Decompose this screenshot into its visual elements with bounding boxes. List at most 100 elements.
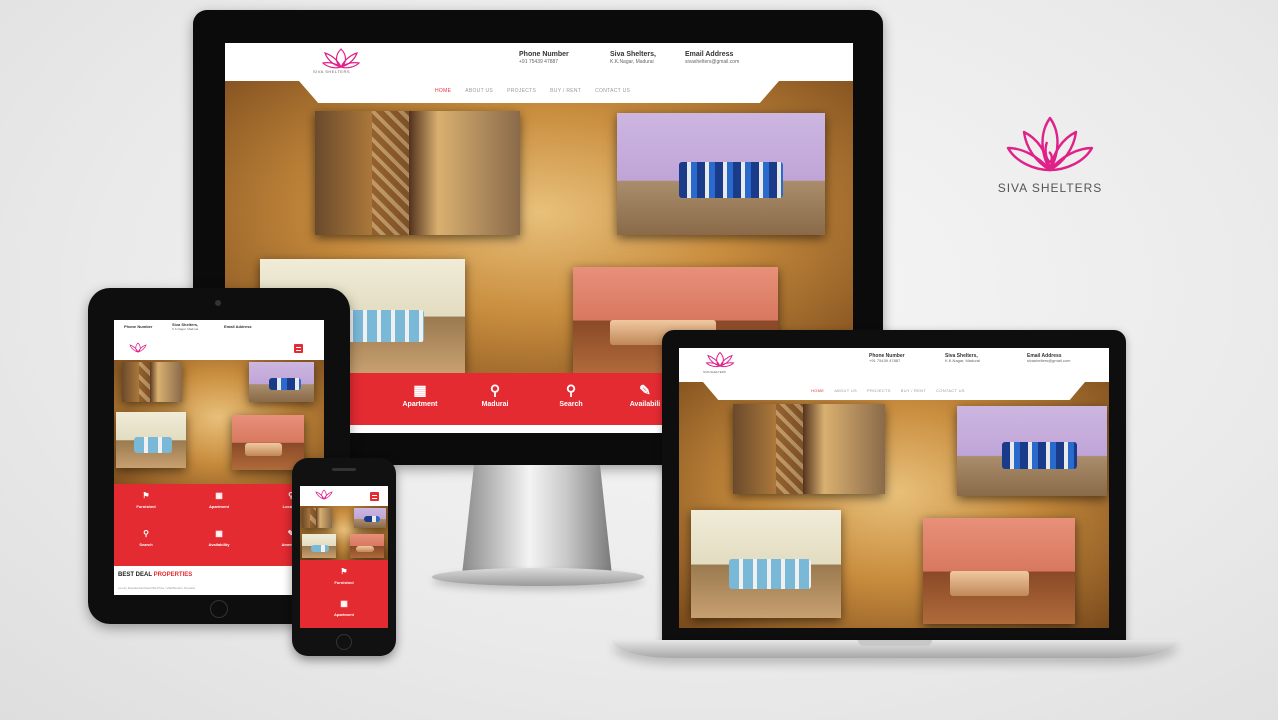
feature-apartment[interactable]: ▦ Apartment: [390, 383, 450, 408]
feature-search[interactable]: ⚲ Search: [541, 383, 601, 408]
laptop-screen: SIVA SHELTERS Phone Number +91 75439 4788…: [679, 348, 1109, 628]
tablet-tag-icon: ⚑: [142, 491, 150, 500]
laptop-main-nav: HOME ABOUT US PROJECTS BUY / RENT CONTAC…: [811, 388, 975, 393]
tablet-calendar-icon: ▦: [215, 529, 223, 538]
phone-photo-lobby: [302, 508, 332, 528]
laptop-nav-buy-rent[interactable]: BUY / RENT: [901, 388, 926, 393]
phone-feature-1-label: Furnished: [334, 580, 354, 585]
tablet-feature-4-label: Search: [139, 542, 153, 547]
phone-building-icon: ▦: [340, 599, 348, 608]
tablet-phone-title: Phone Number: [124, 324, 153, 329]
tablet-photo-bed2: [116, 412, 186, 468]
laptop-lotus-icon: [705, 351, 735, 368]
laptop-photo-bed3: [923, 518, 1075, 624]
laptop-nav-about[interactable]: ABOUT US: [834, 388, 857, 393]
phone-speaker: [332, 468, 356, 471]
main-nav-overlay: HOME ABOUT US PROJECTS BUY / RENT CONTAC…: [435, 88, 644, 94]
feature-availability-label: Availabili: [629, 401, 661, 408]
phone-feature-2-label: Apartment: [333, 612, 354, 617]
nav-contact-label[interactable]: CONTACT US: [595, 88, 630, 94]
laptop-hero: [679, 382, 1109, 628]
tablet-camera-icon: [215, 300, 221, 306]
tablet-photo-bed3: [232, 415, 304, 470]
tablet-feature-4[interactable]: ⚲ Search: [126, 529, 166, 548]
tablet-feature-2-label: Apartment: [208, 504, 229, 509]
laptop-lid: SIVA SHELTERS Phone Number +91 75439 4788…: [662, 330, 1126, 643]
phone-device: ⚑ Furnished ▦ Apartment: [292, 458, 396, 656]
phone-title: Phone Number: [519, 51, 569, 58]
section-title-red: PROPERTIES: [153, 572, 193, 578]
section-title-black: BEST DEAL: [118, 572, 152, 578]
laptop-header-address: Siva Shelters, K.K.Nagar, Madurai: [945, 353, 980, 365]
building-icon: ▦: [413, 382, 427, 398]
feature-madurai[interactable]: ⚲ Madurai: [465, 383, 525, 408]
laptop-photo-bed2: [691, 510, 841, 618]
laptop-nav-projects[interactable]: PROJECTS: [867, 388, 891, 393]
laptop-header-phone: Phone Number +91 75439 47887: [869, 353, 905, 365]
email-title: Email Address: [685, 51, 734, 58]
tablet-header-email: Email Address: [224, 324, 252, 329]
phone-value: +91 75439 47887: [519, 59, 559, 66]
phone-feature-1[interactable]: ⚑ Furnished: [324, 567, 364, 586]
laptop-photo-lobby: [733, 404, 885, 494]
tablet-email-title: Email Address: [224, 324, 252, 329]
address-title: Siva Shelters,: [610, 51, 656, 58]
lotus-logo-icon: [321, 48, 361, 69]
laptop-header-email: Email Address sivashelters@gmail.com: [1027, 353, 1071, 365]
header-email: Email Address sivashelters@gmail.com: [685, 51, 739, 66]
laptop-logo-caption: SIVA SHELTERS: [703, 370, 726, 374]
monitor-stand-base: [432, 568, 644, 586]
phone-feature-list: ⚑ Furnished ▦ Apartment: [300, 560, 388, 628]
phone-hero: [300, 506, 388, 560]
address-value: K.K.Nagar, Madurai: [610, 59, 654, 66]
tablet-feature-5-label: Availability: [208, 542, 230, 547]
gallery-photo-lobby: [315, 111, 520, 235]
tablet-feature-2[interactable]: ▦ Apartment: [194, 492, 244, 510]
laptop-trackpad-notch: [858, 640, 932, 646]
header-address: Siva Shelters, K.K.Nagar, Madurai: [610, 51, 656, 66]
phone-home-button[interactable]: [336, 634, 352, 650]
phone-photo-bed2: [302, 534, 336, 558]
tablet-menu-button[interactable]: [294, 344, 303, 353]
nav-buy-rent-label[interactable]: BUY / RENT: [550, 88, 581, 94]
site-logo-caption: SIVA SHELTERS: [313, 69, 351, 74]
tablet-search-icon: ⚲: [143, 529, 149, 538]
tablet-photo-lobby: [122, 362, 182, 402]
phone-tag-icon: ⚑: [340, 567, 348, 576]
phone-feature-2[interactable]: ▦ Apartment: [324, 599, 364, 618]
feature-search-label: Search: [559, 401, 583, 408]
phone-menu-button[interactable]: [370, 492, 379, 501]
email-value: sivashelters@gmail.com: [685, 59, 740, 66]
feature-madurai-label: Madurai: [481, 401, 509, 408]
search-icon: ⚲: [565, 382, 577, 398]
laptop-photo-bed1: [957, 406, 1107, 496]
map-pin-icon: ⚲: [489, 382, 501, 398]
tablet-header-address: Siva Shelters, K.K.Nagar, Madurai: [172, 322, 199, 332]
tablet-feature-5[interactable]: ▦ Availability: [194, 529, 244, 548]
siva-shelters-lotus-icon: [1006, 116, 1094, 172]
tablet-feature-1-label: Furnished: [136, 504, 156, 509]
laptop-address-value: K.K.Nagar, Madurai: [945, 358, 980, 364]
phone-photo-bed3: [350, 534, 384, 558]
brand-logo-text: SIVA SHELTERS: [997, 181, 1103, 195]
laptop-phone-value: +91 75439 47887: [869, 358, 901, 364]
phone-photo-bed1: [354, 508, 386, 528]
gallery-photo-bedroom-purple: [617, 113, 825, 235]
nav-home-label[interactable]: HOME: [435, 88, 451, 94]
laptop-nav-contact[interactable]: CONTACT US: [936, 388, 965, 393]
laptop-nav-home[interactable]: HOME: [811, 388, 824, 393]
tablet-address-value: K.K.Nagar, Madurai: [172, 327, 199, 332]
laptop-email-value: sivashelters@gmail.com: [1027, 358, 1071, 364]
tablet-photo-bed1: [249, 362, 314, 402]
tablet-lotus-icon: [129, 342, 147, 353]
tablet-feature-1[interactable]: ⚑ Furnished: [126, 491, 166, 510]
tablet-home-button[interactable]: [210, 600, 228, 618]
feature-apartment-label: Apartment: [402, 401, 438, 408]
tablet-section-text: Luxury Residential Flats/Villa Plots / V…: [118, 586, 196, 590]
nav-about-label[interactable]: ABOUT US: [465, 88, 493, 94]
monitor-stand-neck: [462, 465, 612, 575]
nav-projects-label[interactable]: PROJECTS: [507, 88, 536, 94]
tablet-header-phone: Phone Number: [124, 324, 153, 329]
phone-lotus-icon: [315, 489, 333, 500]
header-phone: Phone Number +91 75439 47887: [519, 51, 569, 66]
